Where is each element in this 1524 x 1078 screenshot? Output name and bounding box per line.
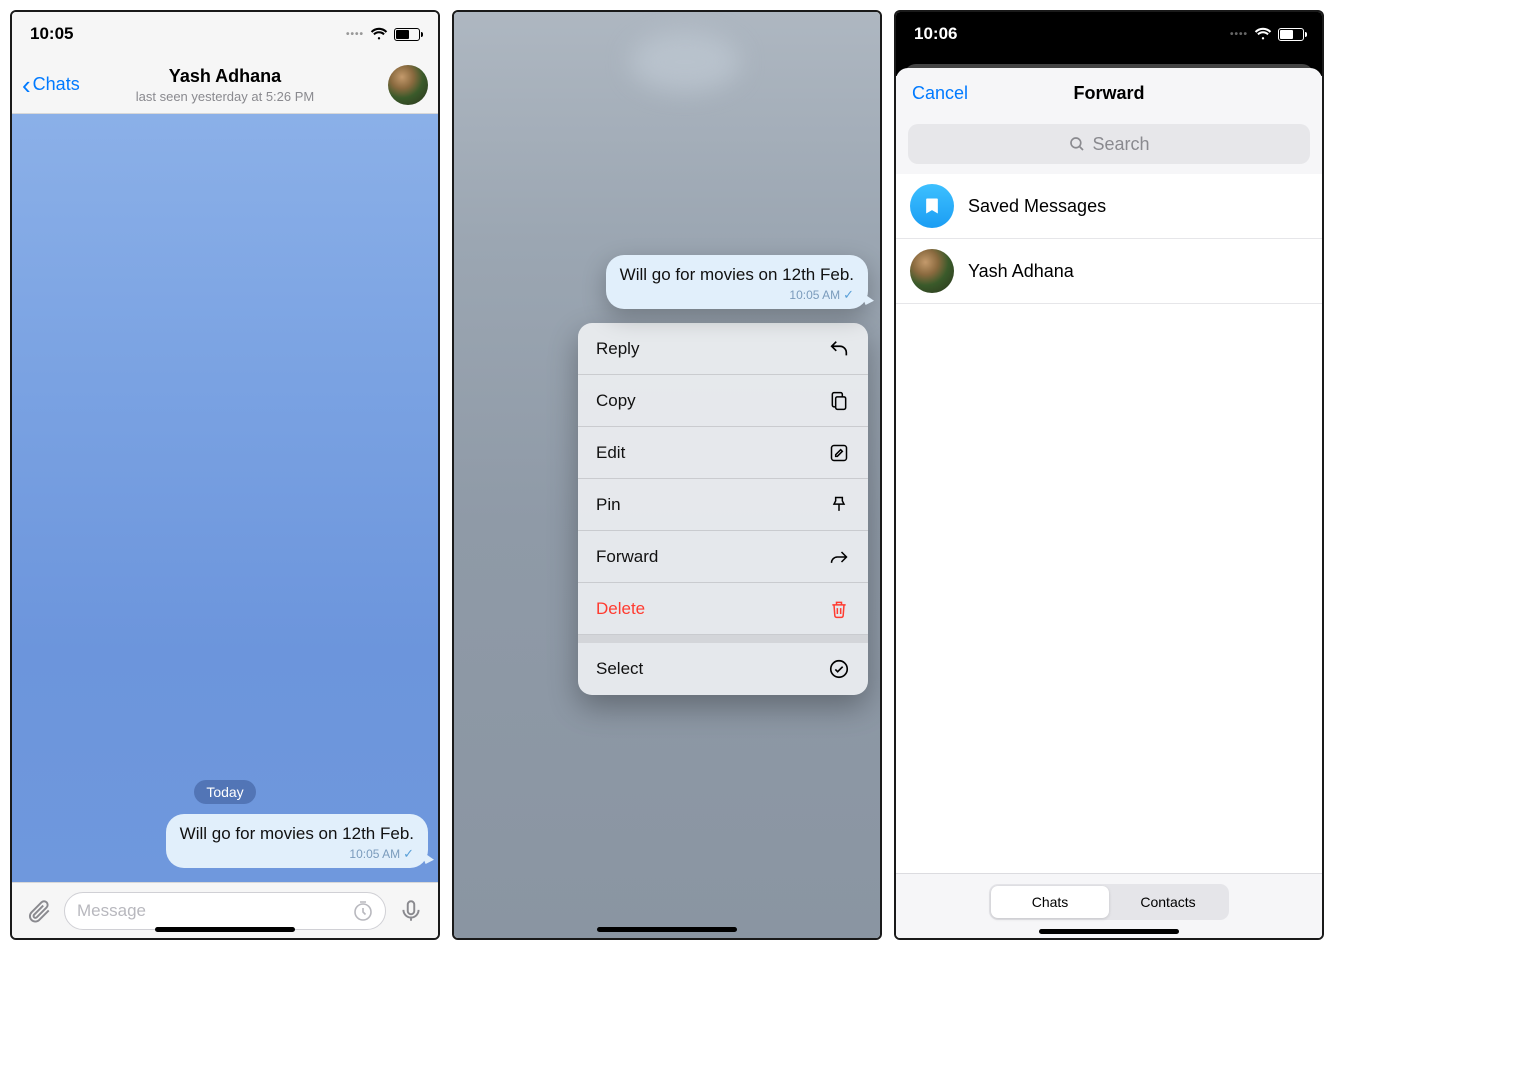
menu-label: Delete — [596, 599, 645, 619]
message-text: Will go for movies on 12th Feb. — [180, 824, 414, 844]
menu-copy[interactable]: Copy — [578, 375, 868, 427]
message-meta: 10:05 AM ✓ — [620, 287, 854, 303]
blur-background[interactable]: Will go for movies on 12th Feb. 10:05 AM… — [454, 12, 880, 938]
forward-icon — [828, 546, 850, 568]
more-dots-icon: •••• — [346, 29, 364, 40]
menu-delete[interactable]: Delete — [578, 583, 868, 635]
menu-label: Forward — [596, 547, 658, 567]
menu-reply[interactable]: Reply — [578, 323, 868, 375]
search-input[interactable]: Search — [908, 124, 1310, 164]
menu-forward[interactable]: Forward — [578, 531, 868, 583]
segment-contacts[interactable]: Contacts — [1109, 886, 1227, 918]
back-button[interactable]: ‹ Chats — [22, 72, 80, 98]
message-bubble[interactable]: Will go for movies on 12th Feb. 10:05 AM… — [606, 255, 868, 309]
check-icon: ✓ — [403, 846, 414, 862]
menu-pin[interactable]: Pin — [578, 479, 868, 531]
row-label: Saved Messages — [968, 196, 1106, 217]
search-icon — [1068, 135, 1086, 153]
menu-edit[interactable]: Edit — [578, 427, 868, 479]
nav-center[interactable]: Yash Adhana last seen yesterday at 5:26 … — [136, 66, 314, 104]
modal-title: Forward — [1073, 83, 1144, 104]
segmented-control[interactable]: Chats Contacts — [989, 884, 1229, 920]
row-label: Yash Adhana — [968, 261, 1074, 282]
mic-button[interactable] — [394, 894, 428, 928]
wifi-icon — [1254, 27, 1272, 41]
bookmark-icon — [910, 184, 954, 228]
row-saved-messages[interactable]: Saved Messages — [896, 174, 1322, 239]
screen-context-menu: Will go for movies on 12th Feb. 10:05 AM… — [452, 10, 882, 940]
message-meta: 10:05 AM ✓ — [180, 846, 414, 862]
screen-chat: 10:05 •••• ‹ Chats Yash Adhana last seen… — [10, 10, 440, 940]
chat-body[interactable]: Today Will go for movies on 12th Feb. 10… — [12, 114, 438, 882]
edit-icon — [828, 442, 850, 464]
chevron-left-icon: ‹ — [22, 72, 31, 98]
menu-label: Edit — [596, 443, 625, 463]
chat-subtitle: last seen yesterday at 5:26 PM — [136, 89, 314, 104]
row-contact[interactable]: Yash Adhana — [896, 239, 1322, 304]
status-bar: 10:06 •••• — [896, 12, 1322, 56]
status-time: 10:05 — [30, 24, 73, 44]
attach-button[interactable] — [22, 894, 56, 928]
menu-separator — [578, 635, 868, 643]
nav-bar: ‹ Chats Yash Adhana last seen yesterday … — [12, 56, 438, 114]
message-text: Will go for movies on 12th Feb. — [620, 265, 854, 285]
back-label: Chats — [33, 74, 80, 95]
more-dots-icon: •••• — [1230, 29, 1248, 40]
wifi-icon — [370, 27, 388, 41]
menu-label: Reply — [596, 339, 639, 359]
menu-label: Pin — [596, 495, 621, 515]
message-bubble[interactable]: Will go for movies on 12th Feb. 10:05 AM… — [166, 814, 428, 868]
segment-chats[interactable]: Chats — [991, 886, 1109, 918]
copy-icon — [828, 390, 850, 412]
cancel-button[interactable]: Cancel — [912, 83, 968, 104]
pin-icon — [828, 494, 850, 516]
date-pill: Today — [194, 780, 255, 804]
message-time: 10:05 AM — [789, 288, 840, 302]
avatar[interactable] — [388, 65, 428, 105]
menu-select[interactable]: Select — [578, 643, 868, 695]
status-bar: 10:05 •••• — [12, 12, 438, 56]
battery-icon — [1278, 28, 1304, 41]
search-wrap: Search — [896, 118, 1322, 174]
screen-forward: 10:06 •••• Cancel Forward Search — [894, 10, 1324, 940]
context-menu: Reply Copy Edit — [578, 323, 868, 695]
status-time: 10:06 — [914, 24, 957, 44]
select-icon — [828, 658, 850, 680]
battery-icon — [394, 28, 420, 41]
message-placeholder: Message — [77, 901, 146, 921]
avatar — [910, 249, 954, 293]
blur-blob — [630, 32, 740, 92]
timer-icon[interactable] — [351, 899, 375, 923]
status-right: •••• — [1230, 27, 1304, 41]
message-time: 10:05 AM — [349, 847, 400, 861]
home-indicator[interactable] — [597, 927, 737, 932]
menu-label: Copy — [596, 391, 636, 411]
home-indicator[interactable] — [155, 927, 295, 932]
status-right: •••• — [346, 27, 420, 41]
forward-sheet: Cancel Forward Search Saved Messages — [896, 68, 1322, 938]
segment-wrap: Chats Contacts — [896, 873, 1322, 938]
reply-icon — [828, 338, 850, 360]
search-placeholder: Search — [1092, 134, 1149, 155]
chat-title: Yash Adhana — [136, 66, 314, 87]
message-input[interactable]: Message — [64, 892, 386, 930]
menu-label: Select — [596, 659, 643, 679]
forward-list: Saved Messages Yash Adhana — [896, 174, 1322, 873]
modal-header: Cancel Forward — [896, 68, 1322, 118]
home-indicator[interactable] — [1039, 929, 1179, 934]
trash-icon — [828, 598, 850, 620]
check-icon: ✓ — [843, 287, 854, 303]
